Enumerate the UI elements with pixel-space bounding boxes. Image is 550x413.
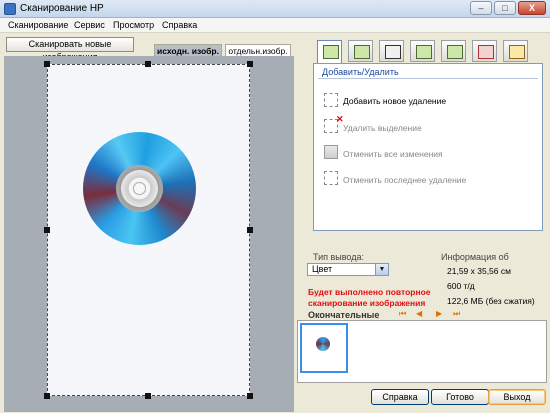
- nav-prev-icon[interactable]: ◀: [416, 309, 422, 318]
- cd-center-hole: [133, 182, 146, 195]
- selection-handle-br[interactable]: [247, 393, 253, 399]
- scan-new-images-button[interactable]: Сканировать новые изображения: [6, 37, 134, 62]
- panel-divider: [318, 78, 538, 79]
- panel-heading: Добавить/Удалить: [322, 67, 399, 77]
- menu-service[interactable]: Сервис: [74, 20, 105, 30]
- nav-first-icon[interactable]: ⏮: [399, 309, 406, 319]
- settings-tool-button[interactable]: [503, 40, 528, 62]
- final-images-label: Окончательные: [308, 310, 380, 320]
- menu-scan[interactable]: Сканирование: [8, 20, 68, 30]
- rotate-tool-button[interactable]: [441, 40, 466, 62]
- app-icon: [4, 3, 16, 15]
- maximize-button[interactable]: □: [494, 1, 516, 15]
- settings-icon: [509, 45, 525, 59]
- done-button[interactable]: Готово: [431, 389, 489, 405]
- color-tool-button[interactable]: [410, 40, 435, 62]
- add-remove-tool-button[interactable]: [317, 40, 342, 65]
- sharpen-icon: [478, 45, 494, 59]
- undo-all-icon[interactable]: [324, 145, 338, 159]
- selection-handle-b[interactable]: [145, 393, 151, 399]
- info-dimensions: 21,59 x 35,56 см: [447, 266, 511, 276]
- undo-all-action[interactable]: Отменить все изменения: [343, 149, 443, 159]
- menu-view[interactable]: Просмотр: [113, 20, 154, 30]
- resize-tool-button[interactable]: [379, 40, 404, 62]
- tool-panel: [313, 63, 543, 231]
- selection-handle-bl[interactable]: [44, 393, 50, 399]
- selection-handle-tr[interactable]: [247, 61, 253, 67]
- selection-handle-l[interactable]: [44, 227, 50, 233]
- crop-icon: [354, 45, 370, 59]
- help-button[interactable]: Справка: [371, 389, 429, 405]
- undo-last-action[interactable]: Отменить последнее удаление: [343, 175, 466, 185]
- color-adjust-icon: [416, 45, 432, 59]
- minimize-button[interactable]: –: [470, 1, 492, 15]
- add-remove-icon: [323, 45, 339, 59]
- chevron-down-icon[interactable]: ▼: [375, 264, 388, 275]
- sharpen-tool-button[interactable]: [472, 40, 497, 62]
- info-resolution: 600 т/д: [447, 281, 475, 291]
- thumbnail-cd-image: [316, 337, 330, 351]
- close-button[interactable]: X: [518, 1, 546, 15]
- add-removal-action[interactable]: Добавить новое удаление: [343, 96, 446, 106]
- info-size: 122,6 МБ (без сжатия): [447, 296, 535, 306]
- selection-handle-tl[interactable]: [44, 61, 50, 67]
- nav-last-icon[interactable]: ⏭: [453, 309, 460, 319]
- rescan-warning: Будет выполнено повторное сканирование и…: [308, 287, 431, 308]
- menu-bar: Сканирование Сервис Просмотр Справка: [0, 18, 550, 33]
- output-type-label: Тип вывода:: [313, 252, 364, 262]
- rotate-icon: [447, 45, 463, 59]
- crop-tool-button[interactable]: [348, 40, 373, 62]
- nav-next-icon[interactable]: ▶: [436, 309, 442, 318]
- window-title: Сканирование HP: [20, 3, 104, 14]
- resize-icon: [385, 45, 401, 59]
- selection-handle-t[interactable]: [145, 61, 151, 67]
- selection-handle-r[interactable]: [247, 227, 253, 233]
- add-removal-icon[interactable]: [324, 93, 338, 107]
- delete-selection-action[interactable]: Удалить выделение: [343, 123, 422, 133]
- info-label: Информация об: [441, 252, 509, 262]
- menu-help[interactable]: Справка: [162, 20, 197, 30]
- undo-last-icon[interactable]: [324, 171, 338, 185]
- exit-button[interactable]: Выход: [488, 389, 546, 405]
